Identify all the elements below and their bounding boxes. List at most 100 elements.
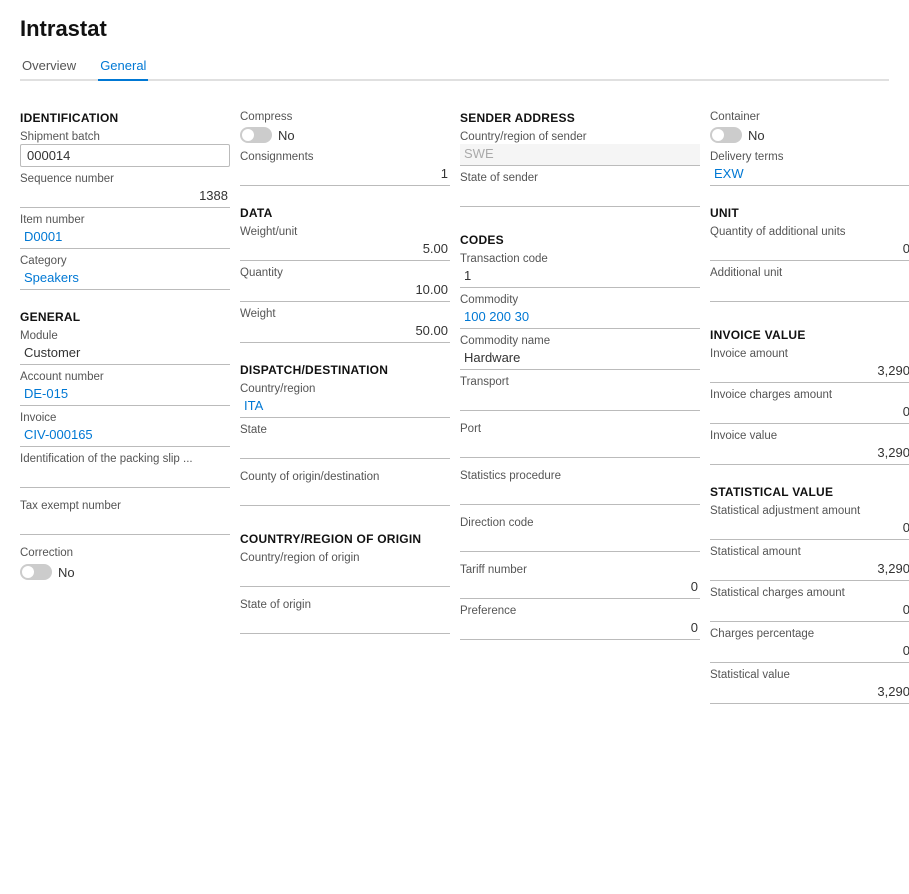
form-grid: IDENTIFICATION Shipment batch 000014 Seq… xyxy=(20,97,889,710)
state-sender-label: State of sender xyxy=(460,172,700,184)
country-region-dispatch-label: Country/region xyxy=(240,383,450,395)
compress-label: Compress xyxy=(240,111,450,123)
module-label: Module xyxy=(20,330,230,342)
transport-value xyxy=(460,389,700,411)
field-charges-pct: Charges percentage 0.00 xyxy=(710,628,909,663)
section-dispatch: DISPATCH/DESTINATION xyxy=(240,363,450,377)
correction-toggle-row: No xyxy=(20,564,230,580)
correction-label: Correction xyxy=(20,547,230,559)
port-label: Port xyxy=(460,423,700,435)
invoice-label: Invoice xyxy=(20,412,230,424)
module-value: Customer xyxy=(20,343,230,365)
statistics-procedure-label: Statistics procedure xyxy=(460,470,700,482)
item-number-value[interactable]: D0001 xyxy=(20,227,230,249)
stat-adj-label: Statistical adjustment amount xyxy=(710,505,909,517)
tab-overview[interactable]: Overview xyxy=(20,52,78,81)
category-value[interactable]: Speakers xyxy=(20,268,230,290)
field-module: Module Customer xyxy=(20,330,230,365)
compress-toggle[interactable] xyxy=(240,127,272,143)
preference-value: 0 xyxy=(460,618,700,640)
shipment-batch-value[interactable]: 000014 xyxy=(20,144,230,167)
field-sequence-number: Sequence number 1388 xyxy=(20,173,230,208)
container-toggle-text: No xyxy=(748,128,765,143)
field-stat-amount: Statistical amount 3,290.00 xyxy=(710,546,909,581)
field-tax-exempt: Tax exempt number xyxy=(20,500,230,541)
qty-additional-label: Quantity of additional units xyxy=(710,226,909,238)
compress-toggle-text: No xyxy=(278,128,295,143)
section-statistical-value: STATISTICAL VALUE xyxy=(710,485,909,499)
field-item-number: Item number D0001 xyxy=(20,214,230,249)
container-section: Container No xyxy=(710,111,909,151)
section-country-origin: COUNTRY/REGION OF ORIGIN xyxy=(240,532,450,546)
field-tariff-number: Tariff number 0 xyxy=(460,564,700,599)
invoice-value-label: Invoice value xyxy=(710,430,909,442)
field-qty-additional: Quantity of additional units 0.00 xyxy=(710,226,909,261)
quantity-label: Quantity xyxy=(240,267,450,279)
county-dispatch-value xyxy=(240,484,450,506)
commodity-label: Commodity xyxy=(460,294,700,306)
section-identification: IDENTIFICATION xyxy=(20,111,230,125)
delivery-terms-label: Delivery terms xyxy=(710,151,909,163)
charges-pct-value: 0.00 xyxy=(710,641,909,663)
delivery-terms-value[interactable]: EXW xyxy=(710,164,909,186)
container-toggle-row: No xyxy=(710,127,909,143)
preference-label: Preference xyxy=(460,605,700,617)
column-4: Container No Delivery terms EXW UNIT Qua… xyxy=(710,97,909,710)
field-shipment-batch: Shipment batch 000014 xyxy=(20,131,230,167)
container-toggle[interactable] xyxy=(710,127,742,143)
country-region-dispatch-value[interactable]: ITA xyxy=(240,396,450,418)
country-sender-value: SWE xyxy=(460,144,700,166)
commodity-name-label: Commodity name xyxy=(460,335,700,347)
invoice-amount-label: Invoice amount xyxy=(710,348,909,360)
section-invoice-value: INVOICE VALUE xyxy=(710,328,909,342)
field-category: Category Speakers xyxy=(20,255,230,290)
commodity-value[interactable]: 100 200 30 xyxy=(460,307,700,329)
stat-charges-label: Statistical charges amount xyxy=(710,587,909,599)
correction-toggle[interactable] xyxy=(20,564,52,580)
invoice-charges-value: 0.00 xyxy=(710,402,909,424)
field-stat-value: Statistical value 3,290.00 xyxy=(710,669,909,704)
section-general: GENERAL xyxy=(20,310,230,324)
field-delivery-terms: Delivery terms EXW xyxy=(710,151,909,186)
id-packing-label: Identification of the packing slip ... xyxy=(20,453,230,465)
invoice-value-value: 3,290.00 xyxy=(710,443,909,465)
tariff-number-value: 0 xyxy=(460,577,700,599)
field-commodity: Commodity 100 200 30 xyxy=(460,294,700,329)
invoice-value[interactable]: CIV-000165 xyxy=(20,425,230,447)
field-statistics-procedure: Statistics procedure xyxy=(460,470,700,511)
field-transaction-code: Transaction code 1 xyxy=(460,253,700,288)
field-state-dispatch: State xyxy=(240,424,450,465)
section-sender: SENDER ADDRESS xyxy=(460,111,700,125)
field-weight-unit: Weight/unit 5.00 xyxy=(240,226,450,261)
port-value xyxy=(460,436,700,458)
field-weight: Weight 50.00 xyxy=(240,308,450,343)
field-state-sender: State of sender xyxy=(460,172,700,213)
field-port: Port xyxy=(460,423,700,464)
stat-amount-label: Statistical amount xyxy=(710,546,909,558)
section-unit: UNIT xyxy=(710,206,909,220)
field-stat-adj: Statistical adjustment amount 0.00 xyxy=(710,505,909,540)
tab-general[interactable]: General xyxy=(98,52,148,81)
compress-section: Compress No xyxy=(240,111,450,151)
tab-bar: Overview General xyxy=(20,52,889,81)
state-of-origin-label: State of origin xyxy=(240,599,450,611)
country-sender-label: Country/region of sender xyxy=(460,131,700,143)
state-dispatch-value xyxy=(240,437,450,459)
id-packing-value xyxy=(20,466,230,488)
column-3: SENDER ADDRESS Country/region of sender … xyxy=(460,97,700,646)
field-commodity-name: Commodity name Hardware xyxy=(460,335,700,370)
sequence-number-value: 1388 xyxy=(20,186,230,208)
consignments-value: 1 xyxy=(240,164,450,186)
transaction-code-value: 1 xyxy=(460,266,700,288)
field-transport: Transport xyxy=(460,376,700,417)
invoice-charges-label: Invoice charges amount xyxy=(710,389,909,401)
invoice-amount-value: 3,290.00 xyxy=(710,361,909,383)
tax-exempt-label: Tax exempt number xyxy=(20,500,230,512)
field-country-sender: Country/region of sender SWE xyxy=(460,131,700,166)
account-number-value[interactable]: DE-015 xyxy=(20,384,230,406)
statistics-procedure-value xyxy=(460,483,700,505)
item-number-label: Item number xyxy=(20,214,230,226)
country-region-origin-label: Country/region of origin xyxy=(240,552,450,564)
page-container: Intrastat Overview General IDENTIFICATIO… xyxy=(0,0,909,894)
field-direction-code: Direction code xyxy=(460,517,700,558)
